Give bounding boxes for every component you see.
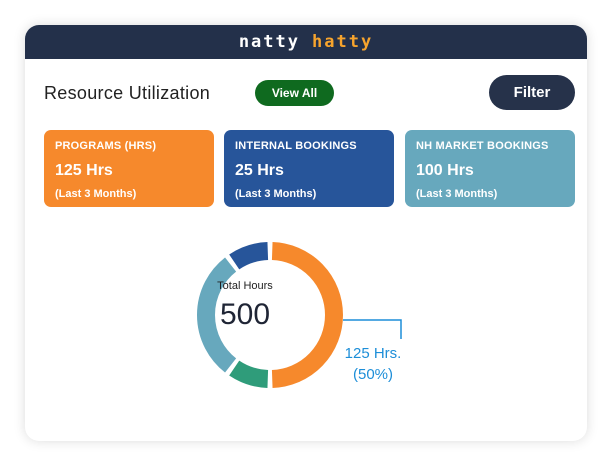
donut-center-label: Total Hours [217,280,273,292]
donut-segment-green[interactable] [229,360,269,388]
donut-segment-blue[interactable] [229,242,269,270]
donut-center-value: 500 [219,298,271,331]
total-hours-donut-chart [197,242,402,388]
resource-utilization-card: natty hatty Resource Utilization View Al… [25,25,587,441]
callout-hours: 125 Hrs. [344,345,402,362]
callout-percent: (50%) [352,366,393,383]
callout-leader-line [343,319,402,339]
